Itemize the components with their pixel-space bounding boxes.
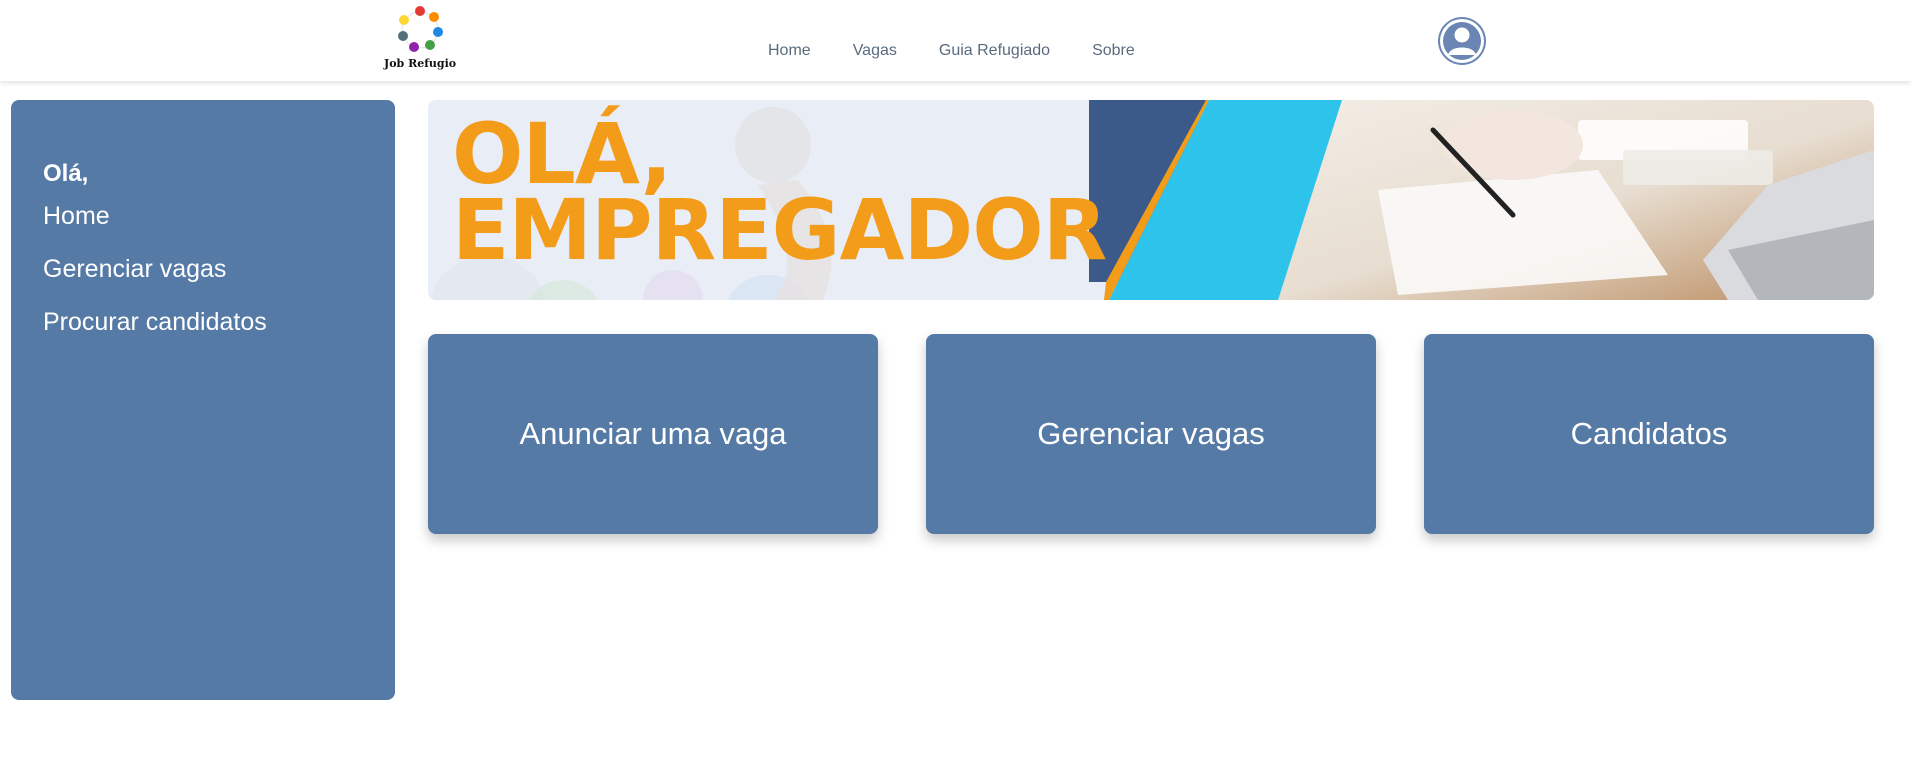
user-avatar[interactable] [1438,17,1486,65]
banner-title-line2: EMPREGADOR [452,181,1107,279]
gerenciar-vagas-card[interactable]: Gerenciar vagas [926,334,1376,534]
anunciar-vaga-card[interactable]: Anunciar uma vaga [428,334,878,534]
logo-icon [398,6,443,52]
main-nav: Home Vagas Guia Refugiado Sobre [768,42,1177,60]
top-navbar: Job Refugio Home Vagas Guia Refugiado So… [0,0,1911,81]
sidebar-greeting: Olá, [43,160,89,187]
logo[interactable]: Job Refugio [384,5,456,71]
welcome-banner: OLÁ, EMPREGADOR [428,100,1874,300]
user-icon [1440,19,1484,63]
nav-vagas[interactable]: Vagas [853,42,897,60]
sidebar-item-procurar-candidatos[interactable]: Procurar candidatos [43,308,363,337]
nav-guia-refugiado[interactable]: Guia Refugiado [939,42,1050,60]
sidebar: Olá, Home Gerenciar vagas Procurar candi… [11,100,395,700]
logo-text: Job Refugio [384,57,457,70]
action-cards: Anunciar uma vaga Gerenciar vagas Candid… [428,334,1874,534]
nav-home[interactable]: Home [768,42,811,60]
candidatos-card[interactable]: Candidatos [1424,334,1874,534]
banner-title: OLÁ, EMPREGADOR [452,112,1107,279]
sidebar-item-home[interactable]: Home [43,202,363,231]
sidebar-item-gerenciar-vagas[interactable]: Gerenciar vagas [43,255,363,284]
nav-sobre[interactable]: Sobre [1092,42,1135,60]
